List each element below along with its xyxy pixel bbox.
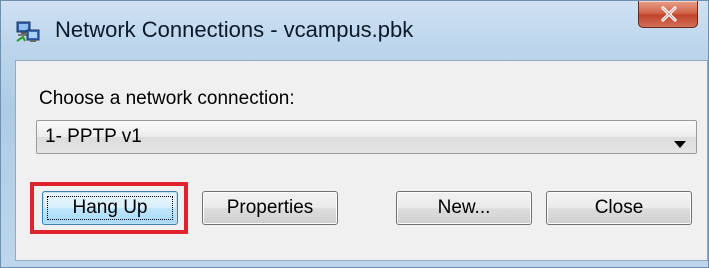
window-close-button[interactable] xyxy=(638,1,698,28)
title-bar[interactable]: Network Connections - vcampus.pbk xyxy=(1,1,708,59)
new-button[interactable]: New... xyxy=(396,191,532,225)
close-label: Close xyxy=(594,197,644,218)
close-x-icon xyxy=(661,6,677,22)
hang-up-label: Hang Up xyxy=(72,197,148,218)
window-title: Network Connections - vcampus.pbk xyxy=(55,17,414,42)
dialog-client-area: Choose a network connection: 1- PPTP v1 … xyxy=(15,60,708,261)
network-connections-icon xyxy=(15,19,41,45)
connection-select-value: 1- PPTP v1 xyxy=(45,126,142,147)
properties-button[interactable]: Properties xyxy=(202,191,338,225)
network-connections-window: Network Connections - vcampus.pbk Choose… xyxy=(0,0,709,268)
hang-up-button[interactable]: Hang Up xyxy=(42,191,178,225)
prompt-label-text: Choose a network connection: xyxy=(39,88,295,109)
connection-select[interactable]: 1- PPTP v1 xyxy=(36,120,697,154)
properties-label: Properties xyxy=(226,197,314,218)
choose-connection-label: Choose a network connection: xyxy=(39,88,295,110)
new-label: New... xyxy=(437,197,491,218)
close-button[interactable]: Close xyxy=(546,191,692,225)
dropdown-arrow-icon[interactable] xyxy=(674,135,686,153)
